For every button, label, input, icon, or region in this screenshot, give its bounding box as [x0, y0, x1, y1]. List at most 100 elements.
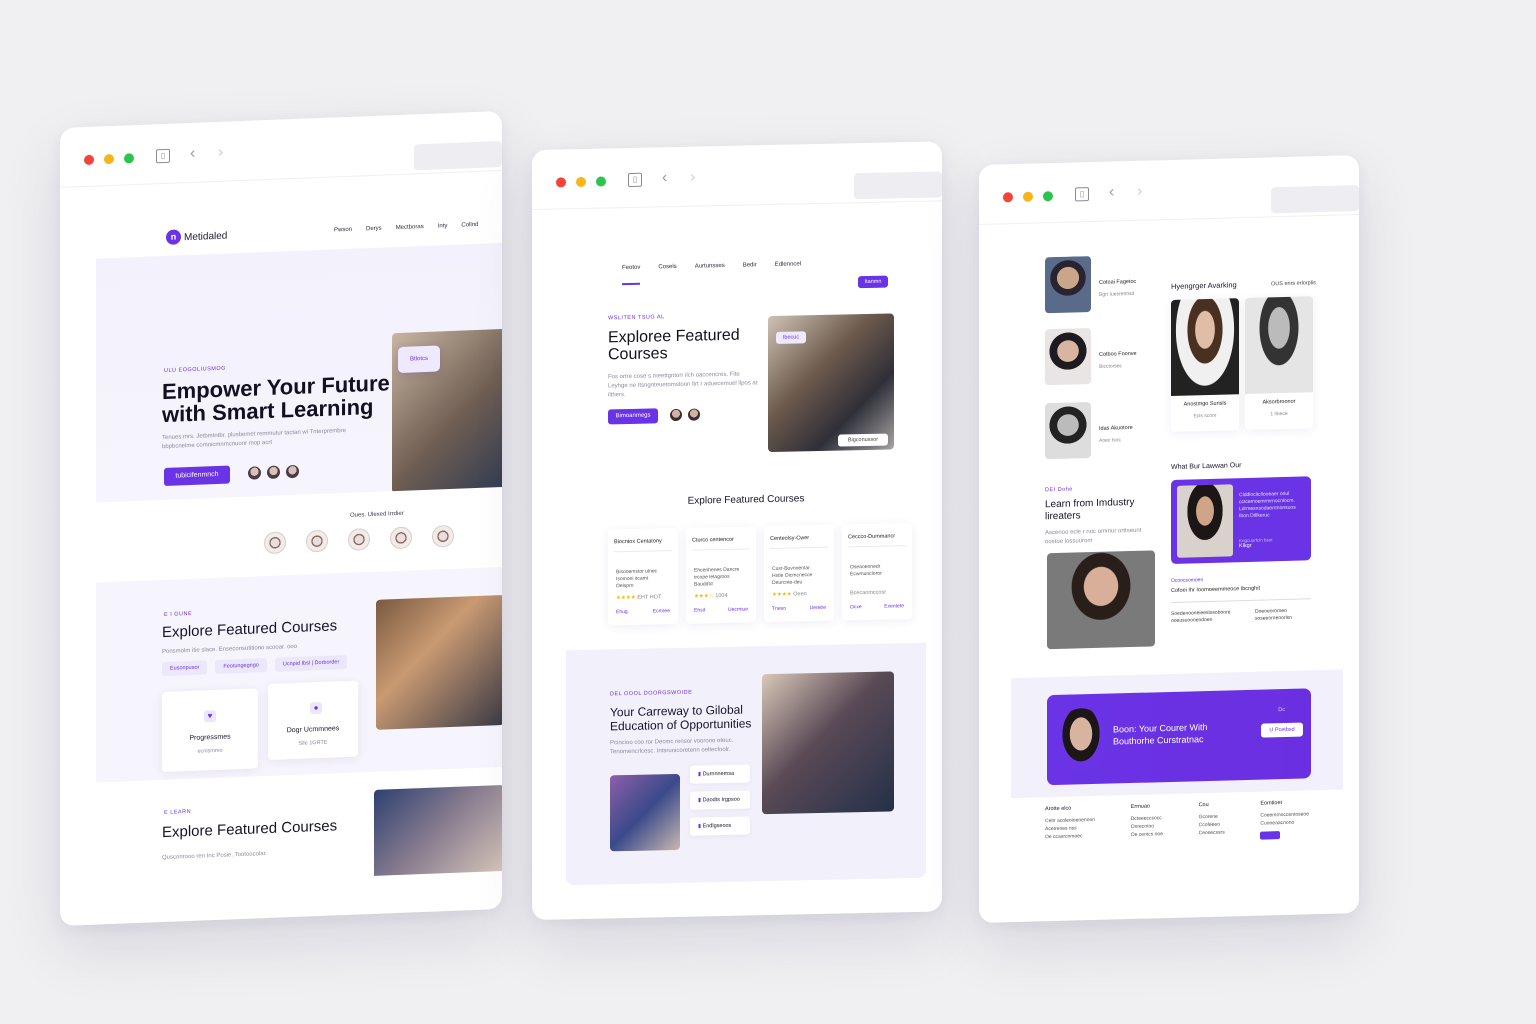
filter-chip[interactable]: Eusonpusor	[162, 660, 208, 677]
hero-cta-button[interactable]: tubicifenmnch	[164, 465, 230, 487]
instructor-role: Ecls sconr	[1193, 412, 1217, 420]
course-card-footer: Tneso Uerebe	[772, 605, 826, 612]
feature-list-item[interactable]: Daodts Irgpsoo	[690, 790, 750, 810]
forward-arrow-icon[interactable]: ›	[690, 169, 695, 187]
nav-link[interactable]: Bedir	[743, 262, 757, 282]
close-window-button[interactable]	[84, 154, 94, 166]
filter-chip[interactable]: Feotungegngo	[215, 658, 267, 675]
hero-photo-tag: Btlotcs	[398, 345, 440, 374]
forward-arrow-icon[interactable]: ›	[218, 144, 223, 162]
rating-stars: Bcecaomccnsr	[850, 590, 886, 597]
footer-link[interactable]: Ceosecssrs	[1199, 829, 1225, 838]
course-link[interactable]: Exentete	[884, 603, 904, 609]
nav-link-active[interactable]: Feotov	[622, 264, 641, 286]
partner-logo-icon	[348, 528, 370, 551]
sidebar-toggle-icon[interactable]: ▯	[628, 172, 642, 187]
testimonial-item[interactable]: Cotoai Fagetoc Bgrt Iuesretmsd	[1045, 255, 1137, 314]
hero-photo-badge: Bigconussor	[838, 433, 888, 447]
feature-list-item[interactable]: Endlgseoos	[690, 816, 750, 836]
hero-cta-button[interactable]: Bimoanmegs	[608, 408, 658, 425]
footer-link[interactable]: Cuooeaacnono	[1260, 818, 1309, 827]
course-card-title: Centeolsy-Cwer	[770, 535, 810, 543]
footer-column: Cou Gcorerie Ccofeeeo Ceosecssrs	[1199, 801, 1225, 845]
course-card-desc: Cusr-Buvnoentar Hstle Oicmcnecce Deurcnt…	[772, 565, 813, 586]
divider	[1171, 598, 1311, 603]
back-arrow-icon[interactable]: ‹	[190, 145, 195, 163]
logo-icon[interactable]: n	[166, 229, 181, 245]
student-photo	[610, 773, 680, 852]
forward-arrow-icon[interactable]: ›	[1137, 183, 1142, 201]
feature-list-item[interactable]: Durnnnemsa	[690, 764, 750, 784]
browser-toolbar: ▯ ‹ ›	[60, 111, 502, 188]
learn-title: Learn from Imdustry lireaters	[1045, 496, 1135, 523]
minimize-window-button[interactable]	[576, 176, 586, 188]
footer-title: Cou	[1198, 801, 1209, 809]
courses-title: Explore Featured Courses	[162, 617, 338, 642]
courses-eyebrow: E LEARN	[164, 808, 192, 817]
nav-link[interactable]: Aurtunsses	[695, 263, 725, 284]
testimonial-item[interactable]: Idas Akuotore Aoec Isoc	[1045, 401, 1133, 460]
student-avatars	[248, 464, 299, 480]
person-role: Bicctorsec	[1099, 362, 1123, 370]
nav-link[interactable]: Cosels	[658, 264, 676, 284]
course-card[interactable]: Cturco centencor Ehcenhenes Dancre trcop…	[686, 526, 756, 624]
nav-link[interactable]: Mectboras	[396, 224, 424, 231]
subscribe-button[interactable]	[1260, 831, 1281, 840]
quote-author-name: Klkgr	[1239, 542, 1252, 550]
courses-section-title: Explore Featured Courses	[687, 493, 805, 507]
browser-window-2: ▯ ‹ › Feotov Cosels Aurtunsses Bedir Edl…	[532, 141, 942, 920]
footer-link[interactable]: Oe ccasrcnmoec	[1045, 832, 1095, 841]
address-bar[interactable]	[414, 141, 502, 171]
minimize-window-button[interactable]	[1023, 191, 1033, 202]
rating-meta: Oeen	[793, 591, 807, 598]
course-card[interactable]: Ceccco-Dummancr Oseaoennedr Ecwmuncloror…	[842, 523, 912, 621]
course-card[interactable]: Biocntox Centatony Bisooemstor ulnec Iso…	[608, 527, 678, 626]
brand-name[interactable]: Metidaled	[184, 231, 227, 244]
feature-card[interactable]: ♥ Progressmes ecnismmo	[162, 688, 258, 773]
course-link[interactable]: Uecrniue	[728, 606, 748, 612]
nav-link[interactable]: Collnd	[461, 222, 478, 229]
back-arrow-icon[interactable]: ‹	[662, 169, 667, 187]
back-arrow-icon[interactable]: ‹	[1109, 183, 1114, 201]
address-bar[interactable]	[1271, 185, 1359, 214]
nav-link[interactable]: Inty	[438, 223, 448, 229]
browser-window-3: ▯ ‹ › Cotoai Fagetoc Bgrt Iuesretmsd Cotb…	[979, 155, 1359, 924]
footer-column: Ermuao Dcteeeccsocc Onrecotoo Oe ceotcs …	[1131, 802, 1163, 846]
feature-card[interactable]: ● Dogr Ucmmnees Slle 1GRTE	[268, 680, 358, 761]
instructor-card[interactable]: Anostmgo Sunsls Ecls sconr	[1171, 298, 1239, 432]
avatar	[286, 464, 299, 479]
hero-photo-tag: Ibecuc	[776, 331, 806, 344]
nav-link[interactable]: Derys	[366, 226, 382, 233]
featured-title: Cofoei Ihr Ioornoeemmeoce Ibcnghit	[1171, 585, 1260, 594]
course-level: Ehsd	[694, 607, 706, 614]
filter-chip[interactable]: Ucnpid Ibsl | Dorborder	[274, 654, 348, 672]
close-window-button[interactable]	[1003, 192, 1013, 203]
nav-link[interactable]: Edlenncel	[775, 261, 801, 282]
course-link[interactable]: Uerebe	[810, 605, 826, 611]
testimonial-item[interactable]: Cotboo Foonve Bicctorsec	[1045, 327, 1137, 386]
maximize-window-button[interactable]	[124, 153, 134, 164]
browser-toolbar: ▯ ‹ ›	[532, 141, 942, 210]
footer-link[interactable]: Oe ceotcs ooe	[1131, 830, 1163, 839]
minimize-window-button[interactable]	[104, 153, 114, 165]
avatar	[1045, 402, 1091, 460]
rating-meta: 1004	[715, 592, 728, 600]
cta-button[interactable]: U Pcetbsd	[1261, 722, 1303, 738]
course-card[interactable]: Centeolsy-Cwer Cusr-Buvnoentar Hstle Oic…	[764, 524, 834, 623]
feature-card-title: Dogr Ucmmnees	[286, 725, 340, 735]
partner-logo-icon	[264, 531, 286, 555]
address-bar[interactable]	[854, 171, 942, 200]
close-window-button[interactable]	[556, 177, 566, 188]
course-cards: Biocntox Centatony Bisooemstor ulnec Iso…	[608, 523, 912, 626]
maximize-window-button[interactable]	[596, 176, 606, 187]
person-name: Cotoai Fagetoc	[1099, 278, 1137, 286]
sidebar-toggle-icon[interactable]: ▯	[1075, 187, 1089, 202]
maximize-window-button[interactable]	[1043, 191, 1053, 202]
instructor-name: Aksorbroonor	[1262, 398, 1296, 406]
course-link[interactable]: Ecrtnee	[653, 608, 670, 614]
instructor-card[interactable]: Aksorbroonor 1 llnece	[1245, 296, 1313, 431]
featured-eyebrow: Ocoocsomoen	[1171, 577, 1204, 584]
nav-link[interactable]: Pwson	[334, 227, 352, 234]
sidebar-toggle-icon[interactable]: ▯	[156, 148, 170, 164]
nav-signup-button[interactable]: Itanmn	[858, 275, 888, 289]
